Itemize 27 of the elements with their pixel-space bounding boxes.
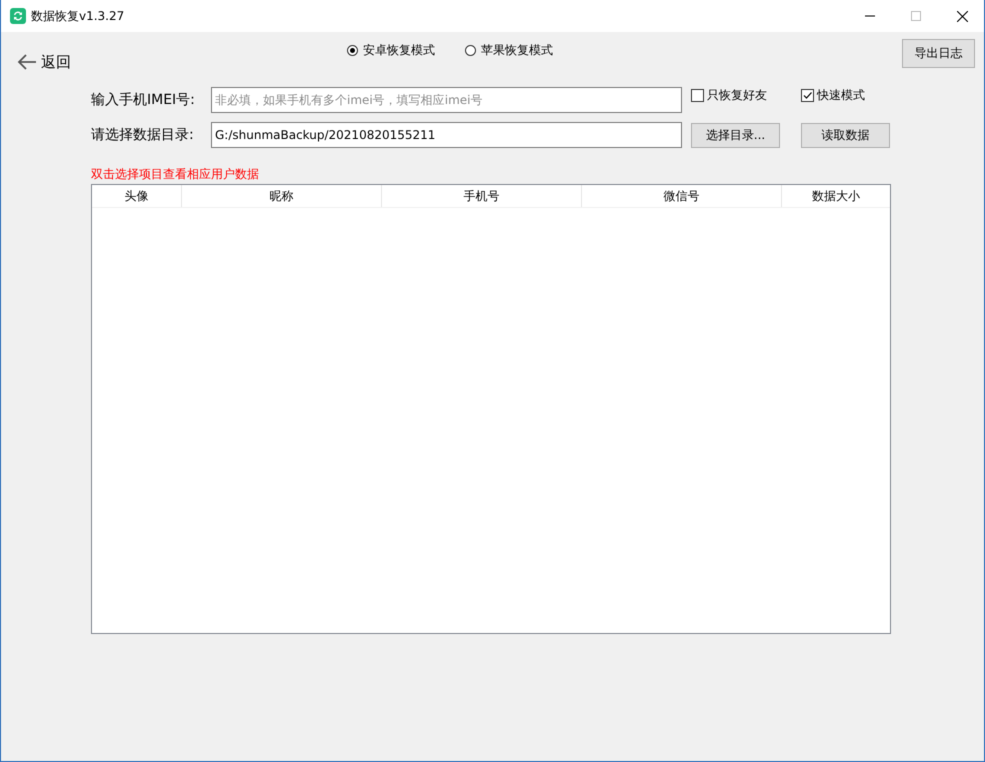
imei-label: 输入手机IMEI号: — [91, 91, 196, 109]
mode-radio[interactable]: 安卓恢复模式 — [347, 42, 435, 59]
hint-text: 双击选择项目查看相应用户数据 — [91, 167, 260, 181]
column-header[interactable]: 微信号 — [582, 185, 782, 207]
option-checkbox[interactable]: 只恢复好友 — [691, 87, 767, 104]
imei-input-field[interactable]: 非必填，如果手机有多个imei号，填写相应imei号 — [211, 87, 682, 113]
back-button[interactable]: 返回 — [17, 52, 71, 72]
column-header[interactable]: 昵称 — [182, 185, 382, 207]
action-button[interactable]: 选择目录... — [691, 122, 780, 148]
action-button[interactable]: 读取数据 — [801, 122, 890, 148]
column-header[interactable]: 手机号 — [382, 185, 582, 207]
checkbox-square-icon[interactable] — [691, 89, 704, 102]
radio-circle-icon[interactable] — [465, 45, 476, 56]
option-checkbox[interactable]: 快速模式 — [801, 87, 865, 104]
column-header[interactable]: 数据大小 — [782, 185, 890, 207]
column-header[interactable]: 头像 — [92, 185, 182, 207]
directory-label: 请选择数据目录: — [91, 126, 195, 144]
checkbox-square-icon[interactable] — [801, 89, 814, 102]
back-arrow-icon — [17, 54, 37, 70]
radio-circle-icon[interactable] — [347, 45, 358, 56]
check-icon — [802, 90, 813, 101]
app-icon — [10, 8, 26, 24]
close-icon[interactable] — [957, 10, 968, 22]
directory-input-field[interactable]: G:/shunmaBackup/20210820155211 — [211, 122, 682, 148]
mode-radio[interactable]: 苹果恢复模式 — [465, 42, 553, 59]
export-log-button[interactable]: 导出日志 — [902, 39, 975, 68]
window-title: 数据恢复v1.3.27 — [31, 8, 124, 24]
